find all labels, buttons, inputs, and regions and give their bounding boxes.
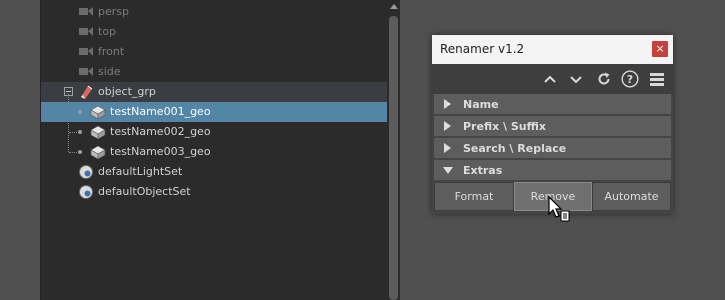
set-icon <box>79 165 93 179</box>
expanded-arrow-icon <box>443 167 453 174</box>
outliner-panel: persp top front side object_grp testName… <box>40 0 400 300</box>
outliner-scrollbar[interactable] <box>387 0 400 300</box>
close-button[interactable]: × <box>652 41 668 57</box>
outliner-item-label: defaultLightSet <box>98 165 183 178</box>
camera-icon <box>79 47 93 56</box>
collapsed-arrow-icon <box>444 99 451 109</box>
outliner-item-persp[interactable]: persp <box>41 2 388 22</box>
section-extras[interactable]: Extras <box>434 160 671 180</box>
outliner-item-label: testName002_geo <box>110 125 211 138</box>
camera-icon <box>79 7 93 16</box>
section-prefix-suffix[interactable]: Prefix \ Suffix <box>434 116 671 136</box>
outliner-item-label: front <box>98 45 125 58</box>
chevron-down-icon[interactable] <box>568 71 584 87</box>
refresh-icon[interactable] <box>596 71 612 87</box>
menu-icon[interactable] <box>649 71 665 87</box>
outliner-item-object-grp[interactable]: object_grp <box>41 82 388 102</box>
window-title: Renamer v1.2 <box>440 42 525 56</box>
outliner-item-front[interactable]: front <box>41 42 388 62</box>
outliner-item-label: persp <box>98 5 129 18</box>
outliner-item-label: testName001_geo <box>110 105 211 118</box>
outliner-item-top[interactable]: top <box>41 22 388 42</box>
section-name[interactable]: Name <box>434 94 671 114</box>
mesh-icon <box>90 145 106 160</box>
section-label: Prefix \ Suffix <box>463 120 546 133</box>
set-icon <box>79 185 93 199</box>
outliner-item-testname001-geo[interactable]: testName001_geo <box>41 102 388 122</box>
outliner-item-testname002-geo[interactable]: testName002_geo <box>41 122 388 142</box>
chevron-up-icon[interactable] <box>542 71 558 87</box>
format-button[interactable]: Format <box>434 182 514 211</box>
help-glyph: ? <box>627 73 633 86</box>
outliner-item-defaultlightset[interactable]: defaultLightSet <box>41 162 388 182</box>
outliner-item-side[interactable]: side <box>41 62 388 82</box>
outliner-item-label: object_grp <box>98 85 156 98</box>
tree-dot <box>78 110 82 114</box>
automate-button[interactable]: Automate <box>592 182 671 211</box>
outliner-item-label: defaultObjectSet <box>98 185 191 198</box>
window-titlebar[interactable]: Renamer v1.2 × <box>432 35 673 64</box>
transform-group-icon <box>81 85 93 99</box>
section-search-replace[interactable]: Search \ Replace <box>434 138 671 158</box>
outliner-item-label: side <box>98 65 121 78</box>
renamer-window: Renamer v1.2 × ? Name Prefix \ Suffix Se… <box>432 35 673 214</box>
collapsed-arrow-icon <box>444 143 451 153</box>
mesh-icon <box>90 105 106 120</box>
scroll-up-arrow-icon[interactable] <box>390 4 398 9</box>
section-label: Name <box>463 98 499 111</box>
help-icon[interactable]: ? <box>621 70 639 88</box>
scrollbar-thumb[interactable] <box>389 16 398 300</box>
tree-dot <box>78 130 82 134</box>
outliner-item-label: testName003_geo <box>110 145 211 158</box>
section-label: Search \ Replace <box>463 142 567 155</box>
camera-icon <box>79 67 93 76</box>
renamer-toolbar: ? <box>432 64 673 94</box>
section-label: Extras <box>463 164 503 177</box>
collapsed-arrow-icon <box>444 121 451 131</box>
outliner-item-label: top <box>98 25 117 38</box>
mesh-icon <box>90 125 106 140</box>
mouse-cursor-icon <box>548 196 570 222</box>
tree-dot <box>78 150 82 154</box>
outliner-item-defaultobjectset[interactable]: defaultObjectSet <box>41 182 388 202</box>
outliner-item-testname003-geo[interactable]: testName003_geo <box>41 142 388 162</box>
camera-icon <box>79 27 93 36</box>
